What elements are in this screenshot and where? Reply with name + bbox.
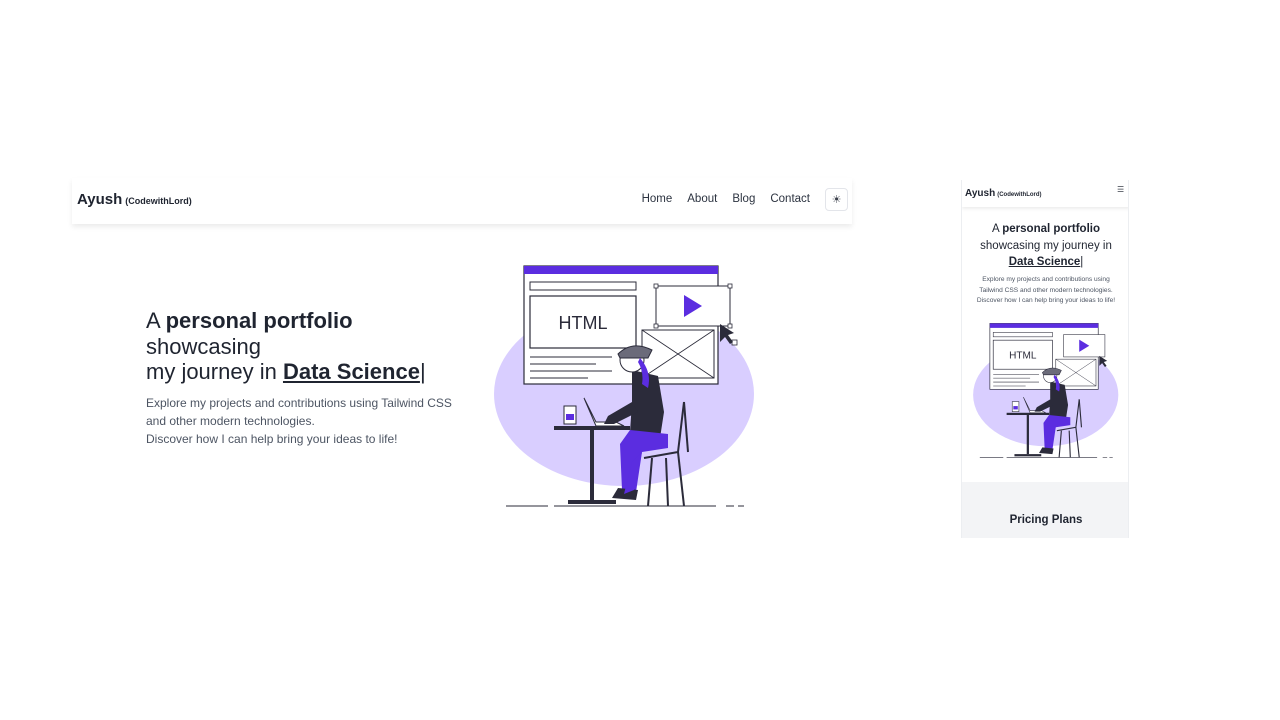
brand-tag: (CodewithLord)	[125, 196, 192, 206]
nav-link-about[interactable]: About	[687, 193, 717, 205]
mobile-title-line2: showcasing	[980, 239, 1041, 252]
brand-logo[interactable]: Ayush (CodewithLord)	[77, 191, 192, 208]
hero-title-prefix: A	[146, 308, 160, 333]
hero-desc-line2: and other modern technologies.	[146, 414, 315, 428]
mobile-title-line3: my journey in	[1043, 239, 1112, 252]
mobile-hero-description: Explore my projects and contributions us…	[968, 275, 1124, 307]
mobile-hero-title: A personal portfolio showcasing my journ…	[962, 221, 1128, 271]
mobile-typing-cursor: |	[1080, 256, 1084, 268]
pricing-title: Pricing Plans	[1009, 514, 1083, 526]
code-label: HTML	[559, 313, 608, 333]
pricing-section: Pricing Plans	[962, 482, 1128, 538]
mobile-hero-illustration: HTML	[973, 323, 1119, 458]
theme-toggle-button[interactable]: ☀	[825, 188, 848, 211]
browser-titlebar	[524, 266, 718, 274]
mobile-desc-line3: Discover how I can help bring your ideas…	[976, 297, 1116, 305]
hero-illustration: HTML	[494, 265, 754, 507]
mobile-brand-logo[interactable]: Ayush (CodewithLord)	[965, 188, 1042, 199]
mobile-typed-highlight: Data Science	[1008, 256, 1081, 268]
mobile-preview: Ayush (CodewithLord) ☰ A personal portfol…	[961, 180, 1129, 538]
nav-link-blog[interactable]: Blog	[732, 193, 755, 205]
mobile-brand-name: Ayush	[965, 188, 996, 199]
nav-link-contact[interactable]: Contact	[770, 193, 810, 205]
hero-title-strong: personal portfolio	[165, 308, 353, 333]
mobile-desc-line2: Tailwind CSS and other modern technologi…	[979, 286, 1113, 294]
sun-icon: ☀	[831, 194, 842, 206]
hero-title: A personal portfolio showcasing my journ…	[146, 308, 426, 385]
typed-highlight: Data Science	[282, 359, 420, 384]
hero-title-line3: my journey in	[146, 359, 277, 384]
mobile-title-strong: personal portfolio	[1002, 223, 1100, 235]
table	[554, 426, 630, 430]
typing-cursor: |	[419, 359, 426, 384]
hero-title-line2: showcasing	[146, 333, 261, 359]
hero-desc-line1: Explore my projects and contributions us…	[146, 396, 452, 410]
nav-links: Home About Blog Contact	[642, 193, 810, 205]
desktop-preview: Ayush (CodewithLord) Home About Blog Cont…	[72, 178, 852, 518]
menu-icon[interactable]: ☰	[1117, 186, 1127, 196]
mobile-navbar: Ayush (CodewithLord) ☰	[962, 180, 1128, 207]
brand-name: Ayush	[77, 191, 123, 208]
mobile-brand-tag: (CodewithLord)	[997, 192, 1042, 198]
navbar: Ayush (CodewithLord) Home About Blog Cont…	[72, 178, 852, 224]
hero-description: Explore my projects and contributions us…	[146, 394, 466, 448]
mobile-title-prefix: A	[992, 223, 1000, 235]
nav-link-home[interactable]: Home	[642, 193, 673, 205]
mobile-code-label: HTML	[1009, 351, 1037, 362]
hero-desc-line3: Discover how I can help bring your ideas…	[146, 432, 398, 446]
mobile-desc-line1: Explore my projects and contributions us…	[982, 276, 1110, 283]
